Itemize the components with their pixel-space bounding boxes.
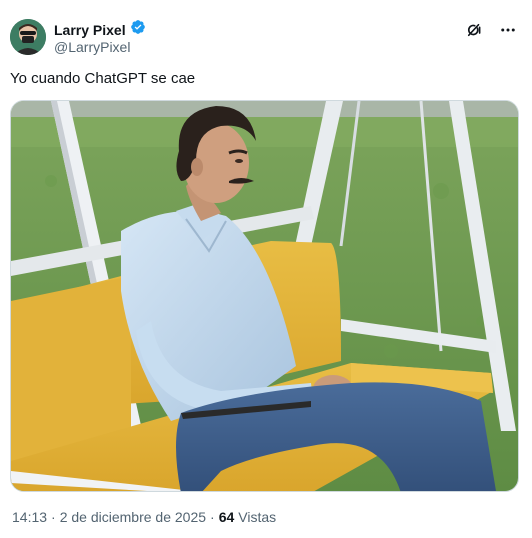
author-display-name[interactable]: Larry Pixel: [54, 21, 126, 39]
views-label: Vistas: [238, 509, 277, 525]
tweet-card: Larry Pixel @LarryPixel Yo cuando ChatGP: [0, 0, 532, 538]
meta-separator: ·: [51, 509, 56, 525]
tweet-top-actions: [464, 20, 518, 40]
grok-icon[interactable]: [464, 20, 484, 40]
avatar-image: [10, 19, 46, 55]
meta-separator: ·: [210, 509, 215, 525]
meme-photo: [11, 101, 518, 491]
author-handle[interactable]: @LarryPixel: [54, 38, 130, 56]
more-icon[interactable]: [498, 20, 518, 40]
avatar[interactable]: [10, 19, 46, 55]
tweet-text: Yo cuando ChatGPT se cae: [10, 70, 196, 87]
author-name-row: Larry Pixel: [54, 19, 146, 40]
tweet-meta: 14:13 · 2 de diciembre de 2025 · 64 Vist…: [12, 508, 276, 526]
tweet-date[interactable]: 2 de diciembre de 2025: [60, 508, 206, 526]
views-count: 64: [218, 509, 235, 525]
tweet-media-image[interactable]: [10, 100, 519, 492]
tweet-time[interactable]: 14:13: [12, 508, 47, 526]
verified-badge-icon: [130, 19, 146, 40]
